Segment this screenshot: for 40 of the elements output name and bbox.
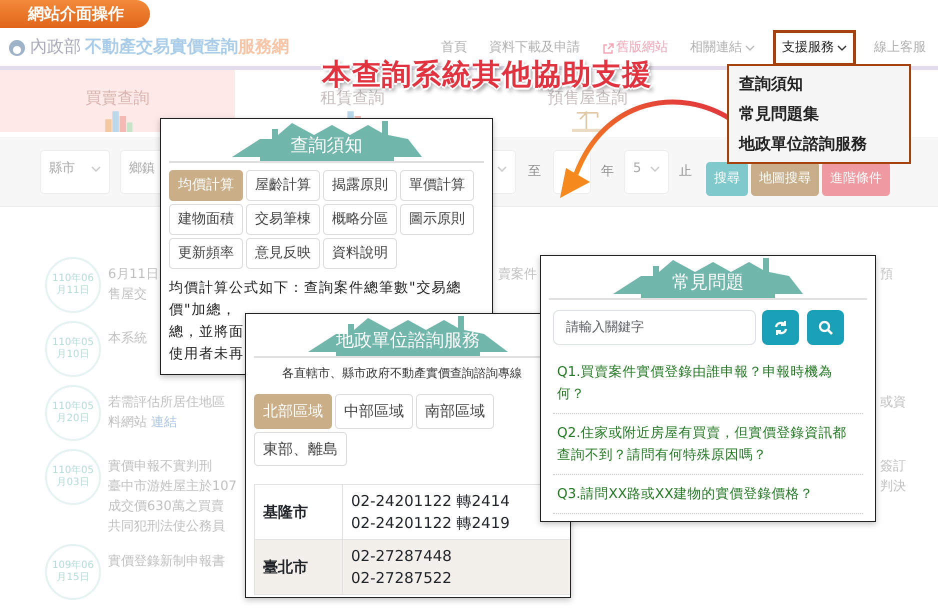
panel-title: 常見問題 bbox=[672, 271, 744, 295]
news-text: 實價登錄新制申報書 bbox=[108, 553, 225, 571]
notice-text: 均價計算公式如下：查詢案件總筆數"交易總 bbox=[169, 279, 462, 298]
news-text: 賣案件 bbox=[498, 266, 537, 284]
news-text: 售屋交 bbox=[108, 286, 147, 304]
phone-text: 02-24201122 轉2414 bbox=[351, 491, 510, 512]
phone-text: 02-27287448 bbox=[351, 546, 452, 567]
news-text: 實價申報不實判刑 bbox=[108, 458, 212, 476]
news-text: 6月11日 bbox=[108, 266, 159, 284]
news-text: 簽訂 bbox=[880, 458, 906, 476]
date-badge: 110年05 月20日 bbox=[45, 385, 101, 441]
section-banner: 網站介面操作 bbox=[0, 0, 150, 28]
news-text: 臺中市游姓屋主於107 bbox=[108, 478, 237, 496]
label-text: 至 bbox=[528, 162, 541, 181]
notice-text: 總，並將面 bbox=[169, 323, 244, 342]
table-cell-text: 臺北市 bbox=[263, 556, 308, 578]
date-badge: 110年06 月11日 bbox=[45, 257, 101, 313]
notice-text: 使用者未再 bbox=[169, 345, 244, 364]
date-badge: 110年05 月10日 bbox=[45, 321, 101, 377]
news-text: 成交價630萬之買賣 bbox=[108, 498, 224, 516]
notice-text: 價"加總， bbox=[169, 301, 236, 320]
date-badge: 109年06 月15日 bbox=[45, 544, 101, 600]
news-text: 本系統 bbox=[108, 330, 147, 348]
headline-text: 本查詢系統其他協助支援 bbox=[322, 60, 652, 88]
label-text: 止 bbox=[679, 162, 692, 181]
news-text: 共同犯刑法使公務員 bbox=[108, 518, 225, 536]
ministry-logo-text: 內政部 bbox=[30, 36, 81, 60]
site-title: 不動產交易實價查詢服務網 bbox=[85, 36, 289, 60]
news-text: 若需評估所居住地區 bbox=[108, 394, 225, 412]
panel-title: 查詢須知 bbox=[290, 134, 362, 158]
label-text: 年 bbox=[601, 162, 614, 181]
news-text: 判決 bbox=[880, 478, 906, 496]
date-badge: 110年05 月03日 bbox=[45, 449, 101, 505]
subtitle-text: 各直轄市、縣市政府不動產實價查詢諮詢專線 bbox=[282, 365, 522, 382]
news-text: 料網站 連結 bbox=[108, 414, 178, 432]
table-cell-text: 基隆市 bbox=[263, 502, 308, 523]
news-text: 預 bbox=[880, 266, 893, 284]
news-text: 或資 bbox=[880, 394, 906, 412]
phone-text: 02-24201122 轉2419 bbox=[351, 513, 510, 534]
phone-text: 02-27287522 bbox=[351, 568, 452, 589]
